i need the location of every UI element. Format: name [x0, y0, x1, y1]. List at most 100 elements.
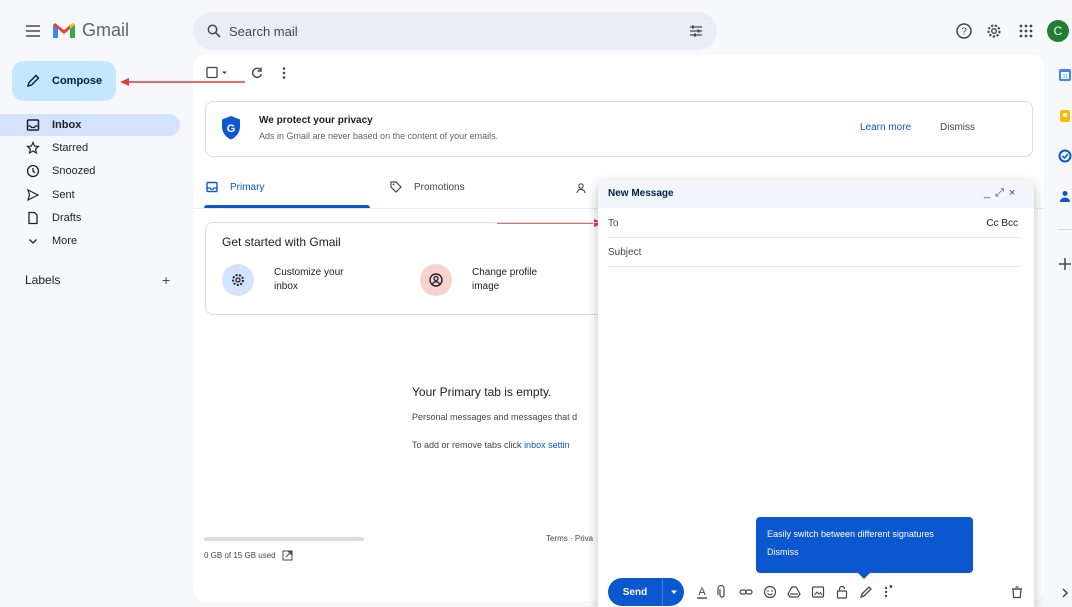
inbox-settings-link[interactable]: inbox settin	[524, 440, 570, 450]
sidebar-item-drafts[interactable]: Drafts	[0, 207, 180, 229]
tasks-icon[interactable]	[1058, 149, 1072, 163]
caret-down-icon	[670, 590, 677, 594]
more-options-icon[interactable]	[280, 66, 288, 80]
formatting-icon[interactable]: A	[695, 585, 709, 599]
attach-icon[interactable]	[715, 585, 729, 599]
more-options-icon[interactable]	[882, 585, 892, 599]
show-side-panel-icon[interactable]	[1058, 586, 1072, 600]
main-menu-icon[interactable]	[24, 22, 42, 40]
help-icon[interactable]: ?	[955, 22, 973, 40]
send-button[interactable]: Send	[608, 578, 684, 606]
drive-icon[interactable]	[787, 585, 801, 599]
sidebar-item-starred[interactable]: Starred	[0, 137, 180, 159]
svg-text:G: G	[227, 123, 236, 135]
storage-info: 0 GB of 15 GB used	[204, 550, 293, 561]
account-avatar[interactable]: C	[1047, 20, 1069, 42]
empty-state-title: Your Primary tab is empty.	[412, 385, 552, 399]
sidebar-item-label: Snoozed	[52, 165, 96, 177]
side-divider	[1058, 229, 1072, 230]
search-input[interactable]: Search mail	[229, 24, 689, 39]
subject-input[interactable]: Subject	[608, 247, 641, 258]
sidebar-item-label: Starred	[52, 142, 89, 154]
empty-state-line1: Personal messages and messages that d	[412, 412, 578, 422]
confidential-mode-icon[interactable]	[835, 585, 849, 599]
add-addon-icon[interactable]	[1058, 257, 1072, 271]
schedule-send-button[interactable]	[663, 588, 684, 596]
tab-promotions[interactable]: Promotions	[390, 181, 465, 193]
emoji-icon[interactable]	[763, 585, 777, 599]
profile-icon	[420, 264, 452, 296]
sidebar-item-label: Inbox	[52, 119, 82, 131]
contacts-icon[interactable]	[1058, 189, 1072, 203]
discard-draft-icon[interactable]	[1010, 585, 1024, 599]
pencil-icon	[26, 74, 40, 88]
customize-inbox-label: Customize your inbox	[274, 267, 344, 292]
search-bar[interactable]: Search mail	[193, 12, 717, 50]
change-profile-label: Change profile image	[472, 267, 538, 292]
apps-grid-icon[interactable]	[1017, 22, 1035, 40]
storage-usage-bar	[204, 537, 364, 541]
tab-label: Promotions	[414, 181, 465, 193]
close-icon[interactable]: ×	[1009, 187, 1015, 200]
calendar-icon[interactable]: 31	[1058, 68, 1072, 82]
keep-icon[interactable]	[1058, 109, 1072, 123]
sidebar-item-inbox[interactable]: Inbox	[0, 114, 180, 136]
cc-bcc-button[interactable]: Cc Bcc	[986, 218, 1018, 229]
sidebar-item-snoozed[interactable]: Snoozed	[0, 160, 180, 182]
send-label: Send	[622, 586, 648, 598]
tooltip-dismiss-button[interactable]: Dismiss	[767, 547, 962, 557]
minimize-icon[interactable]: _	[984, 187, 990, 200]
tooltip-text: Easily switch between different signatur…	[767, 529, 934, 539]
learn-more-link[interactable]: Learn more	[860, 122, 911, 133]
annotation-arrow-compose	[120, 78, 245, 86]
tab-primary[interactable]: Primary	[206, 181, 264, 193]
fullscreen-icon[interactable]: ⤢	[995, 187, 1004, 200]
change-profile-item[interactable]: Change profile image	[420, 264, 562, 296]
refresh-icon[interactable]	[250, 66, 264, 80]
draft-icon	[28, 211, 38, 225]
sidebar-item-label: More	[52, 235, 78, 247]
compose-window-controls: _ ⤢ ×	[984, 187, 1015, 200]
create-label-button[interactable]: +	[162, 272, 170, 288]
sidebar-item-label: Sent	[52, 189, 75, 201]
svg-text:31: 31	[1062, 74, 1068, 80]
search-icon[interactable]	[207, 24, 221, 38]
link-icon[interactable]	[739, 585, 753, 599]
signature-pen-icon[interactable]	[859, 585, 873, 599]
chevron-down-icon	[29, 239, 37, 244]
gmail-m-icon	[53, 22, 75, 38]
dismiss-privacy-button[interactable]: Dismiss	[940, 122, 975, 133]
inbox-icon	[206, 181, 218, 193]
social-tab-icon[interactable]	[576, 182, 588, 194]
svg-text:?: ?	[961, 27, 967, 38]
sidebar-item-more[interactable]: More	[0, 230, 180, 252]
compose-button[interactable]: Compose	[12, 61, 116, 101]
send-icon	[27, 188, 40, 202]
privacy-title: We protect your privacy	[259, 115, 373, 126]
sidebar-item-label: Drafts	[52, 212, 82, 224]
gmail-logo[interactable]: Gmail	[52, 20, 129, 41]
terms-privacy-link[interactable]: Terms · Priva	[546, 534, 598, 543]
clock-icon	[26, 164, 40, 178]
tab-label: Primary	[230, 181, 265, 193]
customize-inbox-item[interactable]: Customize your inbox	[222, 264, 364, 296]
star-icon	[26, 141, 40, 155]
privacy-subtitle: Ads in Gmail are never based on the cont…	[259, 131, 499, 141]
external-link-icon[interactable]	[282, 550, 293, 561]
to-field[interactable]: To Cc Bcc	[608, 209, 1022, 238]
storage-text: 0 GB of 15 GB used	[204, 551, 276, 560]
shield-icon: G	[222, 116, 240, 140]
get-started-title: Get started with Gmail	[222, 235, 341, 249]
settings-gear-icon[interactable]	[985, 22, 1003, 40]
search-options-icon[interactable]	[689, 24, 703, 38]
empty-state-line2: To add or remove tabs click inbox settin	[412, 440, 598, 450]
signature-tooltip: Easily switch between different signatur…	[756, 517, 973, 573]
app-name: Gmail	[82, 20, 130, 40]
insert-photo-icon[interactable]	[811, 585, 825, 599]
tooltip-arrow	[858, 573, 870, 579]
inbox-icon	[26, 119, 40, 131]
compose-label: Compose	[52, 75, 103, 87]
svg-text:A: A	[698, 586, 706, 598]
subject-field[interactable]: Subject	[608, 238, 1022, 267]
sidebar-item-sent[interactable]: Sent	[0, 184, 180, 206]
